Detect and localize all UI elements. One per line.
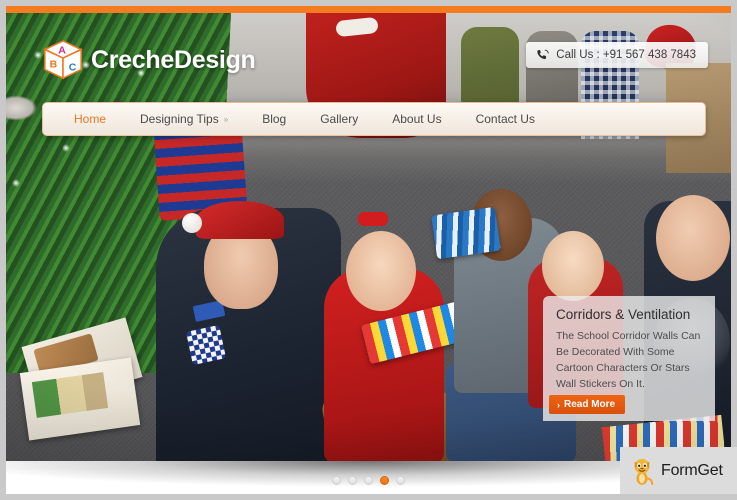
svg-text:C: C (69, 62, 77, 74)
nav-item-blog[interactable]: Blog (245, 103, 303, 135)
slider-dot-5[interactable] (396, 476, 405, 485)
svg-text:B: B (50, 59, 58, 71)
nav-item-gallery[interactable]: Gallery (303, 103, 375, 135)
wrapped-gift-blue (431, 206, 501, 260)
chevron-down-icon: » (223, 115, 229, 124)
nav-item-contact-us[interactable]: Contact Us (459, 103, 552, 135)
nav-label-designing-tips: Designing Tips (140, 112, 219, 126)
nav-label-contact-us: Contact Us (475, 112, 535, 126)
read-more-label: Read More (564, 399, 616, 410)
nav-label-home: Home (74, 112, 107, 126)
santa-hat-pompom (182, 213, 202, 233)
nav-item-about-us[interactable]: About Us (375, 103, 458, 135)
man-face (656, 195, 730, 281)
nav-label-blog: Blog (262, 112, 287, 126)
slider-dot-4[interactable] (380, 476, 389, 485)
officer-checkered-badge (185, 324, 227, 366)
read-more-button[interactable]: › Read More (549, 395, 626, 414)
page-frame: A B C CrecheDesign Call Us : +91 567 438… (6, 6, 731, 494)
nav-item-designing-tips[interactable]: Designing Tips » (123, 103, 245, 135)
slide-caption-body: The School Corridor Walls Can Be Decorat… (556, 330, 701, 390)
formget-watermark: FormGet (620, 447, 737, 494)
girl-hair-bow (358, 212, 388, 226)
call-us-box[interactable]: Call Us : +91 567 438 7843 (526, 42, 708, 68)
main-navigation: Home Designing Tips » Blog Gallery About… (42, 102, 706, 136)
nav-label-gallery: Gallery (320, 112, 359, 126)
girl-face (346, 231, 416, 311)
slider-dot-3[interactable] (364, 476, 373, 485)
toddler-face (542, 231, 604, 301)
nav-label-about-us: About Us (392, 112, 442, 126)
cat-mascot-icon (629, 456, 655, 486)
call-us-text: Call Us : +91 567 438 7843 (556, 49, 696, 61)
site-logo-text: CrecheDesign (91, 45, 256, 74)
slider-dot-1[interactable] (332, 476, 341, 485)
slide-caption-title: Corridors & Ventilation (556, 307, 691, 322)
officer-santa-hat (196, 201, 284, 239)
site-logo[interactable]: A B C CrecheDesign (42, 39, 256, 81)
screenshot-root: A B C CrecheDesign Call Us : +91 567 438… (0, 0, 737, 500)
abc-cube-icon: A B C (42, 39, 84, 81)
chevron-right-icon: › (557, 399, 560, 410)
phone-icon (536, 49, 549, 62)
formget-label: FormGet (661, 461, 723, 479)
top-accent-bar (6, 6, 731, 13)
nav-item-home[interactable]: Home (57, 103, 123, 135)
slider-dot-2[interactable] (348, 476, 357, 485)
svg-text:A: A (58, 44, 66, 56)
